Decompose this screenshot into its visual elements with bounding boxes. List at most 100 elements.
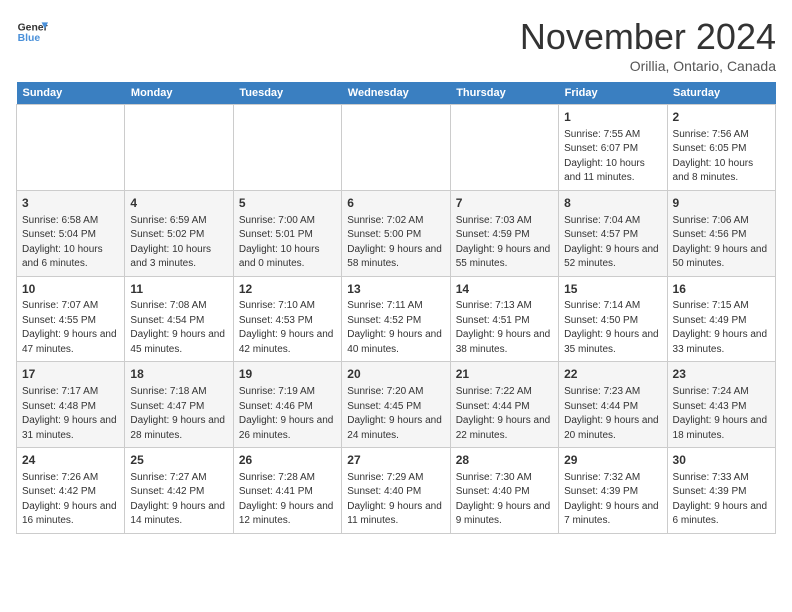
day-info: Sunrise: 6:59 AMSunset: 5:02 PMDaylight:… xyxy=(130,214,227,272)
day-number: 23 xyxy=(673,366,770,383)
day-info: Sunrise: 7:07 AMSunset: 4:55 PMDaylight:… xyxy=(22,299,119,357)
day-info: Sunrise: 7:28 AMSunset: 4:41 PMDaylight:… xyxy=(239,471,336,529)
day-number: 2 xyxy=(673,109,770,126)
day-info: Sunrise: 7:17 AMSunset: 4:48 PMDaylight:… xyxy=(22,385,119,443)
week-row-3: 10Sunrise: 7:07 AMSunset: 4:55 PMDayligh… xyxy=(17,276,776,362)
day-info: Sunrise: 7:02 AMSunset: 5:00 PMDaylight:… xyxy=(347,214,444,272)
day-info: Sunrise: 7:19 AMSunset: 4:46 PMDaylight:… xyxy=(239,385,336,443)
weekday-header-thursday: Thursday xyxy=(450,82,558,105)
calendar-cell-2: 2Sunrise: 7:56 AMSunset: 6:05 PMDaylight… xyxy=(667,105,775,191)
calendar-cell-20: 20Sunrise: 7:20 AMSunset: 4:45 PMDayligh… xyxy=(342,362,450,448)
day-number: 15 xyxy=(564,281,661,298)
day-info: Sunrise: 7:33 AMSunset: 4:39 PMDaylight:… xyxy=(673,471,770,529)
day-info: Sunrise: 7:29 AMSunset: 4:40 PMDaylight:… xyxy=(347,471,444,529)
day-info: Sunrise: 7:30 AMSunset: 4:40 PMDaylight:… xyxy=(456,471,553,529)
calendar-cell-13: 13Sunrise: 7:11 AMSunset: 4:52 PMDayligh… xyxy=(342,276,450,362)
day-info: Sunrise: 7:15 AMSunset: 4:49 PMDaylight:… xyxy=(673,299,770,357)
calendar-cell-27: 27 Sunrise: 7:29 AMSunset: 4:40 PMDayligh… xyxy=(342,448,450,534)
weekday-header-monday: Monday xyxy=(125,82,233,105)
day-number: 27 xyxy=(347,452,444,469)
day-number: 3 xyxy=(22,195,119,212)
day-number: 21 xyxy=(456,366,553,383)
calendar-cell-18: 18 Sunrise: 7:18 AMSunset: 4:47 PMDayligh… xyxy=(125,362,233,448)
day-number: 9 xyxy=(673,195,770,212)
month-title: November 2024 xyxy=(520,16,776,58)
svg-text:Blue: Blue xyxy=(18,33,41,44)
calendar-cell-30: 30 Sunrise: 7:33 AMSunset: 4:39 PMDayligh… xyxy=(667,448,775,534)
day-info: Sunrise: 7:27 AMSunset: 4:42 PMDaylight:… xyxy=(130,471,227,529)
day-number: 24 xyxy=(22,452,119,469)
calendar-cell-17: 17 Sunrise: 7:17 AMSunset: 4:48 PMDayligh… xyxy=(17,362,125,448)
day-number: 18 xyxy=(130,366,227,383)
calendar-cell-10: 10Sunrise: 7:07 AMSunset: 4:55 PMDayligh… xyxy=(17,276,125,362)
calendar-cell-25: 25 Sunrise: 7:27 AMSunset: 4:42 PMDayligh… xyxy=(125,448,233,534)
calendar-cell-9: 9 Sunrise: 7:06 AMSunset: 4:56 PMDaylight… xyxy=(667,190,775,276)
day-info: Sunrise: 7:26 AMSunset: 4:42 PMDaylight:… xyxy=(22,471,119,529)
week-row-5: 24 Sunrise: 7:26 AMSunset: 4:42 PMDayligh… xyxy=(17,448,776,534)
day-number: 30 xyxy=(673,452,770,469)
day-number: 11 xyxy=(130,281,227,298)
day-info: Sunrise: 7:20 AMSunset: 4:45 PMDaylight:… xyxy=(347,385,444,443)
day-info: Sunrise: 7:08 AMSunset: 4:54 PMDaylight:… xyxy=(130,299,227,357)
day-info: Sunrise: 7:04 AMSunset: 4:57 PMDaylight:… xyxy=(564,214,661,272)
day-number: 8 xyxy=(564,195,661,212)
calendar-cell-5: 5 Sunrise: 7:00 AMSunset: 5:01 PMDaylight… xyxy=(233,190,341,276)
calendar-cell-12: 12Sunrise: 7:10 AMSunset: 4:53 PMDayligh… xyxy=(233,276,341,362)
calendar-cell-22: 22 Sunrise: 7:23 AMSunset: 4:44 PMDayligh… xyxy=(559,362,667,448)
day-info: Sunrise: 7:32 AMSunset: 4:39 PMDaylight:… xyxy=(564,471,661,529)
weekday-header-row: SundayMondayTuesdayWednesdayThursdayFrid… xyxy=(17,82,776,105)
calendar-cell-19: 19 Sunrise: 7:19 AMSunset: 4:46 PMDayligh… xyxy=(233,362,341,448)
calendar-cell-6: 6 Sunrise: 7:02 AMSunset: 5:00 PMDaylight… xyxy=(342,190,450,276)
logo: General Blue xyxy=(16,16,48,48)
day-info: Sunrise: 7:23 AMSunset: 4:44 PMDaylight:… xyxy=(564,385,661,443)
calendar-cell-1: 1 Sunrise: 7:55 AMSunset: 6:07 PMDaylight… xyxy=(559,105,667,191)
calendar-cell-empty xyxy=(17,105,125,191)
calendar-cell-7: 7Sunrise: 7:03 AMSunset: 4:59 PMDaylight… xyxy=(450,190,558,276)
day-number: 26 xyxy=(239,452,336,469)
day-number: 13 xyxy=(347,281,444,298)
day-number: 1 xyxy=(564,109,661,126)
calendar-cell-16: 16Sunrise: 7:15 AMSunset: 4:49 PMDayligh… xyxy=(667,276,775,362)
day-info: Sunrise: 6:58 AMSunset: 5:04 PMDaylight:… xyxy=(22,214,119,272)
calendar-cell-empty xyxy=(450,105,558,191)
weekday-header-sunday: Sunday xyxy=(17,82,125,105)
title-block: November 2024 Orillia, Ontario, Canada xyxy=(520,16,776,74)
day-number: 6 xyxy=(347,195,444,212)
day-info: Sunrise: 7:11 AMSunset: 4:52 PMDaylight:… xyxy=(347,299,444,357)
calendar-cell-11: 11Sunrise: 7:08 AMSunset: 4:54 PMDayligh… xyxy=(125,276,233,362)
calendar-table: SundayMondayTuesdayWednesdayThursdayFrid… xyxy=(16,82,776,534)
day-info: Sunrise: 7:00 AMSunset: 5:01 PMDaylight:… xyxy=(239,214,336,272)
calendar-cell-15: 15Sunrise: 7:14 AMSunset: 4:50 PMDayligh… xyxy=(559,276,667,362)
day-info: Sunrise: 7:13 AMSunset: 4:51 PMDaylight:… xyxy=(456,299,553,357)
calendar-cell-8: 8 Sunrise: 7:04 AMSunset: 4:57 PMDaylight… xyxy=(559,190,667,276)
day-info: Sunrise: 7:06 AMSunset: 4:56 PMDaylight:… xyxy=(673,214,770,272)
day-number: 16 xyxy=(673,281,770,298)
calendar-cell-29: 29Sunrise: 7:32 AMSunset: 4:39 PMDayligh… xyxy=(559,448,667,534)
calendar-cell-empty xyxy=(233,105,341,191)
day-info: Sunrise: 7:55 AMSunset: 6:07 PMDaylight:… xyxy=(564,128,661,186)
day-number: 19 xyxy=(239,366,336,383)
calendar-cell-empty xyxy=(342,105,450,191)
weekday-header-tuesday: Tuesday xyxy=(233,82,341,105)
calendar-cell-3: 3 Sunrise: 6:58 AMSunset: 5:04 PMDaylight… xyxy=(17,190,125,276)
week-row-4: 17 Sunrise: 7:17 AMSunset: 4:48 PMDayligh… xyxy=(17,362,776,448)
calendar-cell-23: 23 Sunrise: 7:24 AMSunset: 4:43 PMDayligh… xyxy=(667,362,775,448)
day-number: 12 xyxy=(239,281,336,298)
day-number: 17 xyxy=(22,366,119,383)
day-number: 4 xyxy=(130,195,227,212)
calendar-cell-21: 21 Sunrise: 7:22 AMSunset: 4:44 PMDayligh… xyxy=(450,362,558,448)
location: Orillia, Ontario, Canada xyxy=(520,58,776,74)
day-number: 10 xyxy=(22,281,119,298)
calendar-cell-24: 24 Sunrise: 7:26 AMSunset: 4:42 PMDayligh… xyxy=(17,448,125,534)
weekday-header-saturday: Saturday xyxy=(667,82,775,105)
calendar-cell-26: 26 Sunrise: 7:28 AMSunset: 4:41 PMDayligh… xyxy=(233,448,341,534)
day-number: 5 xyxy=(239,195,336,212)
day-info: Sunrise: 7:22 AMSunset: 4:44 PMDaylight:… xyxy=(456,385,553,443)
day-info: Sunrise: 7:24 AMSunset: 4:43 PMDaylight:… xyxy=(673,385,770,443)
day-number: 22 xyxy=(564,366,661,383)
calendar-cell-28: 28 Sunrise: 7:30 AMSunset: 4:40 PMDayligh… xyxy=(450,448,558,534)
calendar-cell-4: 4 Sunrise: 6:59 AMSunset: 5:02 PMDaylight… xyxy=(125,190,233,276)
day-info: Sunrise: 7:18 AMSunset: 4:47 PMDaylight:… xyxy=(130,385,227,443)
day-number: 25 xyxy=(130,452,227,469)
day-number: 28 xyxy=(456,452,553,469)
